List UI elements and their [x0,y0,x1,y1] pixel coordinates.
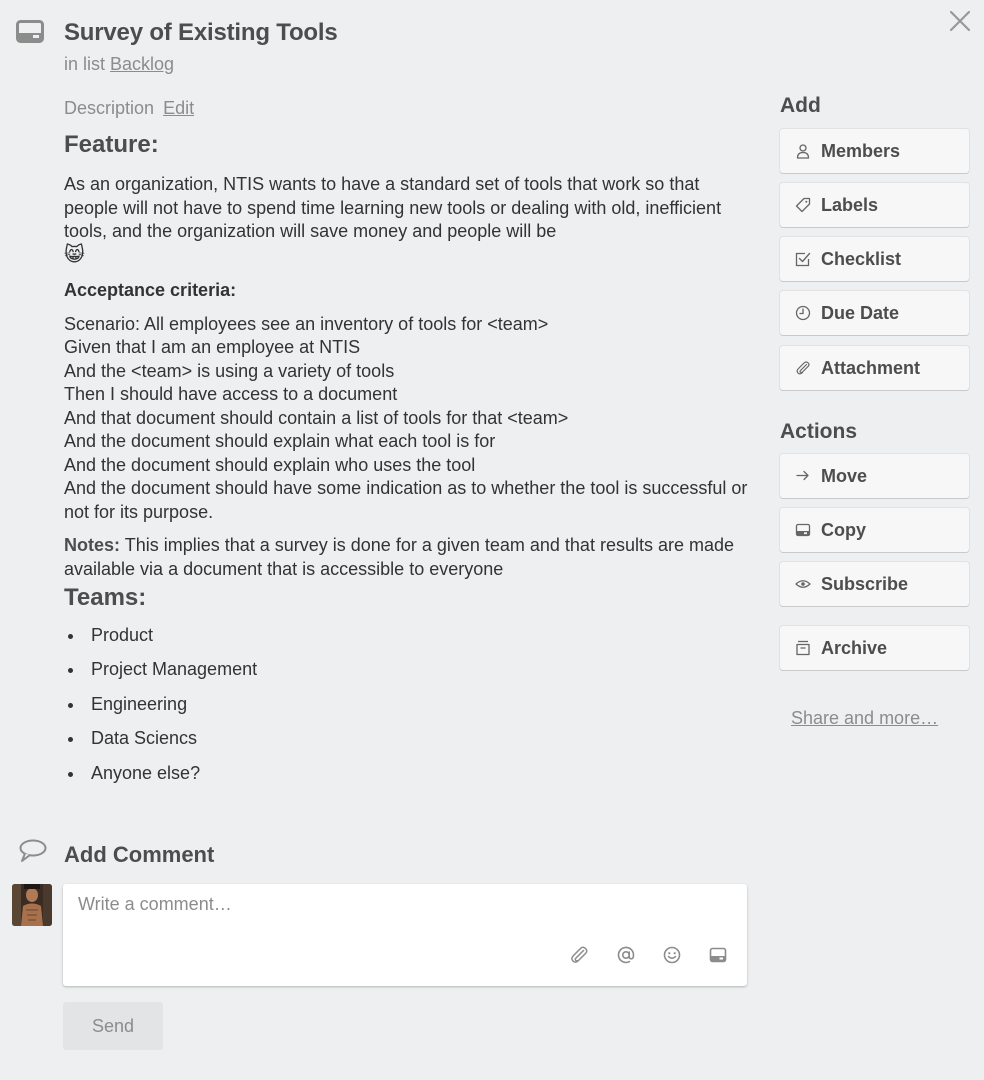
share-and-more-link[interactable]: Share and more… [791,708,938,729]
tag-icon [795,197,811,213]
notes-text: Notes: This implies that a survey is don… [64,535,735,579]
emoji-icon[interactable] [662,945,682,965]
attachment-button[interactable]: Attachment [780,346,969,390]
speech-bubble-icon [18,838,48,864]
checklist-button[interactable]: Checklist [780,237,969,281]
button-label: Copy [821,520,866,540]
feature-text: As an organization, NTIS wants to have a… [64,174,722,266]
clock-icon [795,305,811,321]
button-label: Subscribe [821,574,909,594]
copy-button[interactable]: Copy [780,508,969,552]
card-icon [16,20,44,44]
archive-icon [795,640,811,656]
list-breadcrumb: in list Backlog [64,54,174,75]
teams-list: Product Project Management Engineering D… [64,618,754,790]
button-label: Attachment [821,358,921,378]
acceptance-criteria-heading: Acceptance criteria: [64,280,237,300]
description-body[interactable]: Feature: As an organization, NTIS wants … [64,130,754,790]
attachment-icon[interactable] [569,945,589,965]
add-heading: Add [780,94,821,117]
list-item: Engineering [64,687,754,721]
avatar[interactable] [12,884,52,926]
person-icon [795,143,811,159]
scenario-line: And that document should contain a list … [64,407,569,428]
comment-input[interactable] [78,894,718,915]
card-icon[interactable] [708,945,728,965]
scenario-line: And the document should explain what eac… [64,431,496,451]
list-item: Anyone else? [64,756,754,790]
edit-description-link[interactable]: Edit [163,98,194,118]
mention-icon[interactable] [616,945,636,965]
arrow-right-icon [795,468,811,484]
scenario-line: Then I should have access to a document [64,384,398,404]
button-label: Due Date [821,303,900,323]
scenario-line: And the <team> is using a variety of too… [64,360,395,381]
list-item: Data Sciencs [64,721,754,755]
actions-heading: Actions [780,420,858,443]
add-comment-heading: Add Comment [64,842,215,867]
notes-label: Notes: [64,535,121,555]
in-list-label: in list [64,54,106,74]
close-icon[interactable] [948,9,972,33]
teams-heading: Teams: [64,584,147,611]
button-label: Checklist [821,249,902,269]
list-item: Product [64,618,754,652]
labels-button[interactable]: Labels [780,183,969,227]
comment-box [63,884,747,986]
card-title[interactable]: Survey of Existing Tools [64,19,338,47]
send-button[interactable]: Send [63,1002,163,1050]
button-label: Move [821,466,868,486]
button-label: Members [821,141,901,161]
move-button[interactable]: Move [780,454,969,498]
scenario-text: Scenario: All employees see an inventory… [64,313,754,525]
description-header: Description Edit [64,98,194,119]
button-label: Archive [821,638,888,658]
scenario-line: Scenario: All employees see an inventory… [64,313,549,334]
button-label: Labels [821,195,879,215]
card-icon [795,522,811,538]
card-detail-window: Survey of Existing Tools in list Backlog… [0,0,984,1080]
archive-button[interactable]: Archive [780,626,969,670]
due-date-button[interactable]: Due Date [780,291,969,335]
paperclip-icon [795,360,811,376]
list-link[interactable]: Backlog [110,54,174,74]
smiling-cat-emoji: 😸 [64,243,85,266]
checkbox-icon [795,251,811,267]
scenario-line: Given that I am an employee at NTIS [64,337,361,357]
eye-icon [795,576,811,592]
subscribe-button[interactable]: Subscribe [780,562,969,606]
list-item: Project Management [64,652,754,686]
members-button[interactable]: Members [780,129,969,173]
scenario-line: And the document should have some indica… [64,478,748,522]
description-label: Description [64,98,155,118]
scenario-line: And the document should explain who uses… [64,454,476,475]
feature-heading: Feature: [64,131,159,158]
